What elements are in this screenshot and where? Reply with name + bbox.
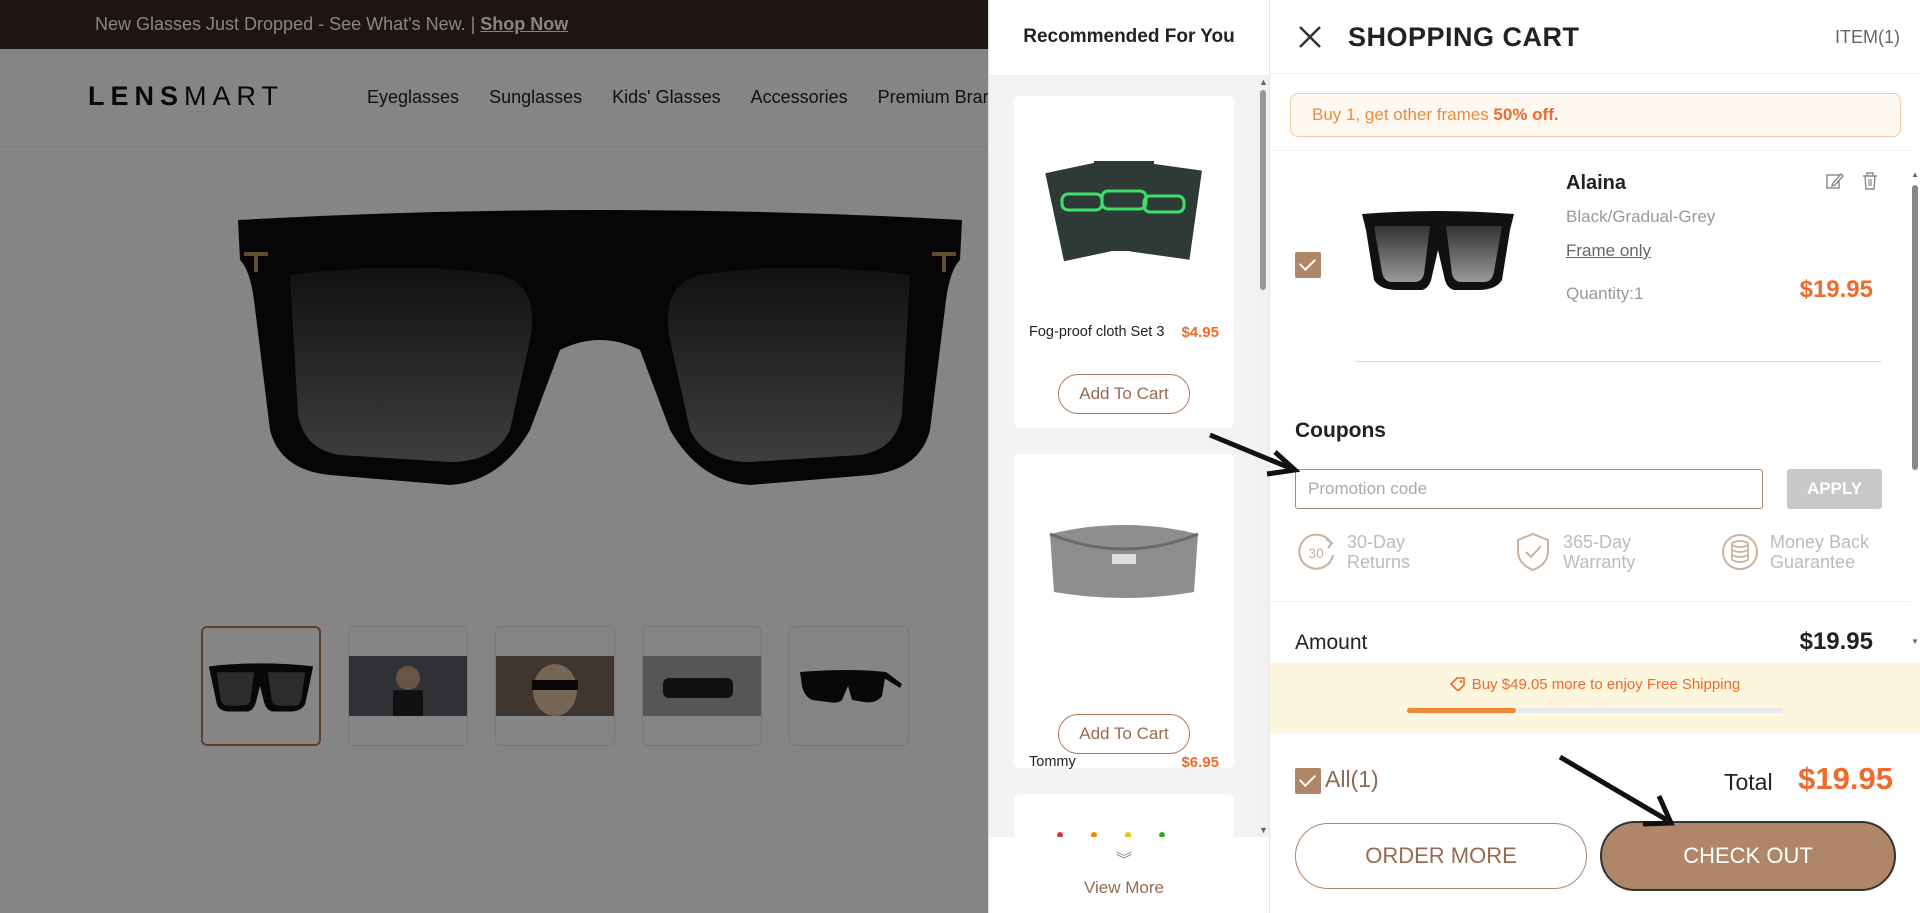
perk-label: Money Back Guarantee — [1770, 532, 1870, 572]
item-checkbox[interactable] — [1295, 252, 1321, 278]
recommended-card[interactable] — [1014, 794, 1234, 837]
view-more-label: View More — [1084, 878, 1164, 897]
section-divider — [1270, 601, 1910, 602]
shopping-cart-panel: SHOPPING CART ITEM(1) Buy 1, get other f… — [1270, 0, 1920, 913]
cart-scrollbar[interactable]: ▲ ▼ — [1910, 150, 1920, 660]
recommended-item-price: $4.95 — [1181, 324, 1219, 341]
recommended-card[interactable]: Fog-proof cloth Set 3 $4.95 Add To Cart — [1014, 96, 1234, 428]
cart-footer: All(1) Total $19.95 ORDER MORE CHECK OUT — [1270, 733, 1920, 913]
scroll-up-arrow-icon[interactable]: ▲ — [1911, 170, 1919, 179]
recommended-card[interactable]: Tommy $6.95 Add To Cart — [1014, 454, 1234, 771]
tag-icon — [1449, 677, 1465, 693]
recommended-scrollbar[interactable]: ▲ ▼ — [1257, 75, 1269, 837]
dim-overlay[interactable] — [0, 0, 988, 913]
cart-title: SHOPPING CART — [1348, 22, 1580, 52]
select-all-checkbox[interactable] — [1295, 768, 1321, 794]
cart-header: SHOPPING CART ITEM(1) — [1270, 0, 1920, 74]
amount-value: $19.95 — [1799, 628, 1873, 655]
offer-banner: Buy 1, get other frames 50% off. — [1290, 93, 1901, 137]
recommended-list: Fog-proof cloth Set 3 $4.95 Add To Cart … — [989, 75, 1259, 837]
coupons-title: Coupons — [1295, 419, 1386, 442]
recommended-item-price: $6.95 — [1181, 754, 1219, 771]
item-name[interactable]: Alaina — [1566, 172, 1626, 195]
scroll-up-arrow-icon[interactable]: ▲ — [1259, 77, 1268, 87]
order-more-button[interactable]: ORDER MORE — [1295, 823, 1587, 889]
trash-icon[interactable] — [1860, 171, 1880, 191]
total-value: $19.95 — [1798, 761, 1893, 796]
item-image — [1362, 211, 1514, 290]
item-lens-option[interactable]: Frame only — [1566, 241, 1651, 261]
recommended-item-name: Tommy — [1029, 754, 1076, 770]
scroll-thumb[interactable] — [1260, 90, 1266, 290]
select-all-label[interactable]: All(1) — [1325, 766, 1379, 793]
perk-label: 30-Day Returns — [1347, 532, 1411, 572]
free-shipping-progress-fill — [1407, 708, 1517, 713]
apply-coupon-button[interactable]: APPLY — [1787, 469, 1882, 509]
promotion-code-input[interactable] — [1295, 469, 1763, 509]
amount-label: Amount — [1295, 631, 1368, 654]
perk-label: 365-Day Warranty — [1563, 532, 1636, 572]
total-label: Total — [1724, 769, 1773, 795]
returns-30-icon: 30 — [1298, 533, 1334, 570]
add-to-cart-button[interactable]: Add To Cart — [1058, 714, 1190, 754]
close-icon[interactable] — [1295, 22, 1325, 52]
item-quantity: Quantity:1 — [1566, 284, 1644, 303]
free-shipping-banner: Buy $49.05 more to enjoy Free Shipping — [1270, 663, 1920, 733]
checkout-button[interactable]: CHECK OUT — [1600, 821, 1896, 891]
item-price: $19.95 — [1799, 276, 1873, 303]
item-divider — [1355, 361, 1882, 362]
shield-check-icon — [1517, 532, 1549, 572]
perk-money-back: Money Back Guarantee — [1720, 531, 1869, 573]
recommended-panel: Recommended For You Fog-proof cloth Set … — [988, 0, 1270, 913]
coins-icon — [1722, 534, 1758, 570]
product-image — [1034, 116, 1214, 286]
scroll-down-arrow-icon[interactable]: ▼ — [1911, 637, 1919, 646]
perk-returns: 30 30-Day Returns — [1295, 531, 1410, 573]
recommended-title: Recommended For You — [1023, 26, 1235, 47]
perk-warranty: 365-Day Warranty — [1513, 531, 1635, 573]
scroll-down-arrow-icon[interactable]: ▼ — [1259, 825, 1268, 835]
view-more-button[interactable]: ︾ View More — [989, 838, 1259, 913]
cart-item-count: ITEM(1) — [1835, 27, 1900, 47]
add-to-cart-button[interactable]: Add To Cart — [1058, 374, 1190, 414]
glasses-case-icon — [1049, 525, 1199, 598]
free-shipping-text: Buy $49.05 more to enjoy Free Shipping — [1270, 676, 1920, 693]
product-image — [1034, 474, 1214, 644]
recommended-item-name: Fog-proof cloth Set 3 — [1029, 324, 1165, 340]
item-variant: Black/Gradual-Grey — [1566, 207, 1716, 226]
cloth-pack-icon — [1045, 160, 1202, 262]
product-image-partial — [1057, 832, 1165, 837]
scroll-thumb[interactable] — [1912, 185, 1918, 470]
free-shipping-progress — [1407, 708, 1783, 713]
svg-text:30: 30 — [1308, 545, 1324, 561]
chevron-double-down-icon: ︾ — [1115, 852, 1132, 869]
cart-body: Alaina Black/Gradual-Grey Frame only Qua… — [1270, 150, 1910, 660]
edit-icon[interactable] — [1824, 171, 1844, 191]
